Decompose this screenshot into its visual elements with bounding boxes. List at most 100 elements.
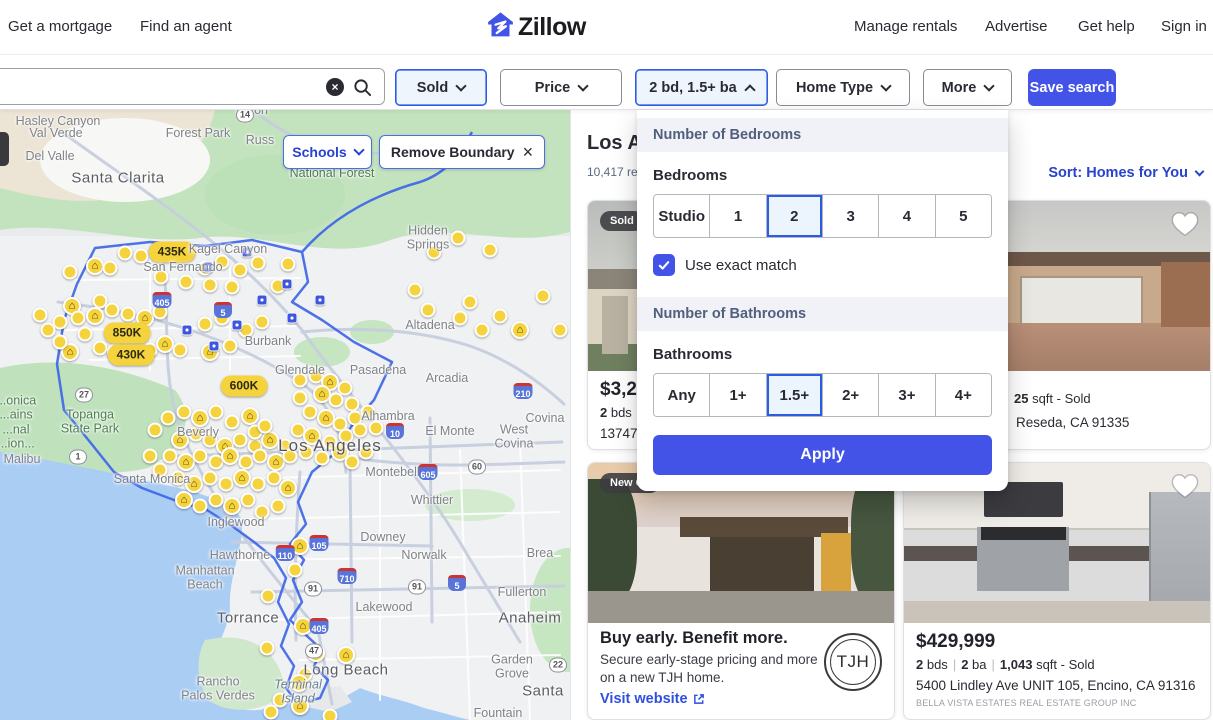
visit-website-link[interactable]: Visit website — [600, 691, 705, 707]
bedrooms-option-4[interactable]: 4 — [879, 195, 935, 237]
map-marker[interactable] — [421, 303, 436, 318]
map-marker[interactable] — [261, 589, 276, 604]
bathrooms-option-4[interactable]: 4+ — [936, 374, 991, 416]
filter-more[interactable]: More — [923, 69, 1012, 106]
nav-get-help[interactable]: Get help — [1078, 18, 1135, 35]
map-marker[interactable] — [71, 311, 86, 326]
map-marker[interactable]: ⌂ — [279, 479, 297, 497]
map-marker[interactable] — [163, 449, 178, 464]
map-marker[interactable]: ⌂ — [233, 469, 251, 487]
map-marker[interactable] — [253, 449, 268, 464]
filter-price[interactable]: Price — [500, 69, 622, 106]
map-marker[interactable] — [41, 323, 56, 338]
school-marker-icon[interactable] — [182, 325, 193, 336]
map-marker[interactable] — [493, 309, 508, 324]
bedrooms-option-5[interactable]: 5 — [936, 195, 991, 237]
map-marker[interactable] — [148, 423, 163, 438]
map-marker[interactable] — [161, 411, 176, 426]
map-marker[interactable] — [260, 641, 275, 656]
map-marker[interactable]: ⌂ — [86, 257, 104, 275]
map-marker[interactable] — [223, 339, 238, 354]
nav-get-a-mortgage[interactable]: Get a mortgage — [8, 18, 112, 35]
save-search-button[interactable]: Save search — [1028, 69, 1116, 106]
map-marker[interactable] — [453, 311, 468, 326]
map-marker[interactable] — [143, 449, 158, 464]
map-marker[interactable] — [179, 275, 194, 290]
map-marker[interactable] — [121, 307, 136, 322]
map-marker[interactable] — [323, 709, 338, 720]
map-marker[interactable]: ⌂ — [156, 335, 174, 353]
nav-manage-rentals[interactable]: Manage rentals — [854, 18, 957, 35]
map-marker[interactable]: ⌂ — [261, 431, 279, 449]
map-marker[interactable] — [239, 455, 254, 470]
apply-button[interactable]: Apply — [653, 435, 992, 475]
map-marker[interactable]: ⌂ — [175, 491, 193, 509]
map-control-partial[interactable] — [0, 132, 9, 166]
bedrooms-option-studio[interactable]: Studio — [654, 195, 710, 237]
school-marker-icon[interactable] — [282, 279, 293, 290]
map-marker[interactable] — [281, 257, 296, 272]
bathrooms-option-1[interactable]: 1+ — [710, 374, 766, 416]
map-marker[interactable]: ⌂ — [223, 497, 241, 515]
save-heart-icon[interactable] — [1170, 210, 1200, 243]
map-marker[interactable] — [209, 493, 224, 508]
zillow-logo[interactable]: Zillow — [487, 11, 586, 43]
map-marker[interactable] — [225, 415, 240, 430]
map-marker[interactable] — [463, 295, 478, 310]
school-marker-icon[interactable] — [232, 320, 243, 331]
price-pill[interactable]: 600K — [221, 376, 268, 397]
map-marker[interactable] — [209, 405, 224, 420]
map-marker[interactable] — [483, 243, 498, 258]
remove-boundary-button[interactable]: Remove Boundary× — [379, 135, 545, 169]
map-marker[interactable]: ⌂ — [221, 447, 239, 465]
map-marker[interactable] — [219, 477, 234, 492]
map-marker[interactable] — [255, 315, 270, 330]
map-marker[interactable] — [193, 499, 208, 514]
price-pill[interactable]: 430K — [108, 345, 155, 366]
map-marker[interactable] — [233, 433, 248, 448]
map-marker[interactable] — [345, 397, 360, 412]
map-marker[interactable] — [103, 261, 118, 276]
map-marker[interactable]: ⌂ — [86, 307, 104, 325]
map-marker[interactable] — [177, 405, 192, 420]
map-marker[interactable]: ⌂ — [511, 321, 529, 339]
map-marker[interactable] — [33, 308, 48, 323]
map-marker[interactable] — [251, 477, 266, 492]
map-marker[interactable] — [78, 327, 93, 342]
school-marker-icon[interactable] — [315, 295, 326, 306]
nav-sign-in[interactable]: Sign in — [1161, 18, 1207, 35]
bedrooms-option-2[interactable]: 2 — [767, 195, 823, 237]
map-marker[interactable] — [329, 393, 344, 408]
map[interactable]: ⌂⌂⌂⌂⌂⌂⌂⌂⌂⌂⌂⌂⌂⌂⌂⌂⌂⌂⌂⌂⌂⌂⌂⌂⌂⌂⌂⌂⌂⌂⌂⌂⌂435K850… — [0, 110, 570, 720]
map-marker[interactable] — [233, 263, 248, 278]
map-marker[interactable] — [225, 280, 240, 295]
map-marker[interactable] — [105, 303, 120, 318]
map-marker[interactable] — [536, 289, 551, 304]
map-marker[interactable] — [173, 343, 188, 358]
map-marker[interactable] — [251, 256, 266, 271]
map-marker[interactable] — [475, 323, 490, 338]
map-marker[interactable] — [271, 499, 286, 514]
schools-button[interactable]: Schools — [283, 135, 372, 169]
bathrooms-option-15[interactable]: 1.5+ — [767, 374, 823, 416]
price-pill[interactable]: 850K — [104, 323, 151, 344]
map-marker[interactable] — [193, 449, 208, 464]
filter-home-type[interactable]: Home Type — [776, 69, 910, 106]
filter-sold[interactable]: Sold — [395, 69, 487, 106]
map-marker[interactable] — [93, 341, 108, 356]
map-marker[interactable] — [408, 283, 423, 298]
search-icon[interactable] — [353, 78, 372, 102]
map-marker[interactable] — [264, 705, 279, 720]
filter-beds-baths[interactable]: 2 bd, 1.5+ ba — [635, 69, 768, 106]
map-marker[interactable] — [303, 405, 318, 420]
bathrooms-option-3[interactable]: 3+ — [879, 374, 935, 416]
exact-match-checkbox[interactable] — [653, 254, 675, 276]
map-marker[interactable]: ⌂ — [241, 407, 259, 425]
clear-search-icon[interactable]: × — [326, 78, 344, 96]
map-marker[interactable] — [203, 278, 218, 293]
school-marker-icon[interactable] — [257, 295, 268, 306]
map-marker[interactable] — [241, 493, 256, 508]
bathrooms-option-2[interactable]: 2+ — [823, 374, 879, 416]
map-marker[interactable] — [198, 317, 213, 332]
bedrooms-option-1[interactable]: 1 — [710, 195, 766, 237]
